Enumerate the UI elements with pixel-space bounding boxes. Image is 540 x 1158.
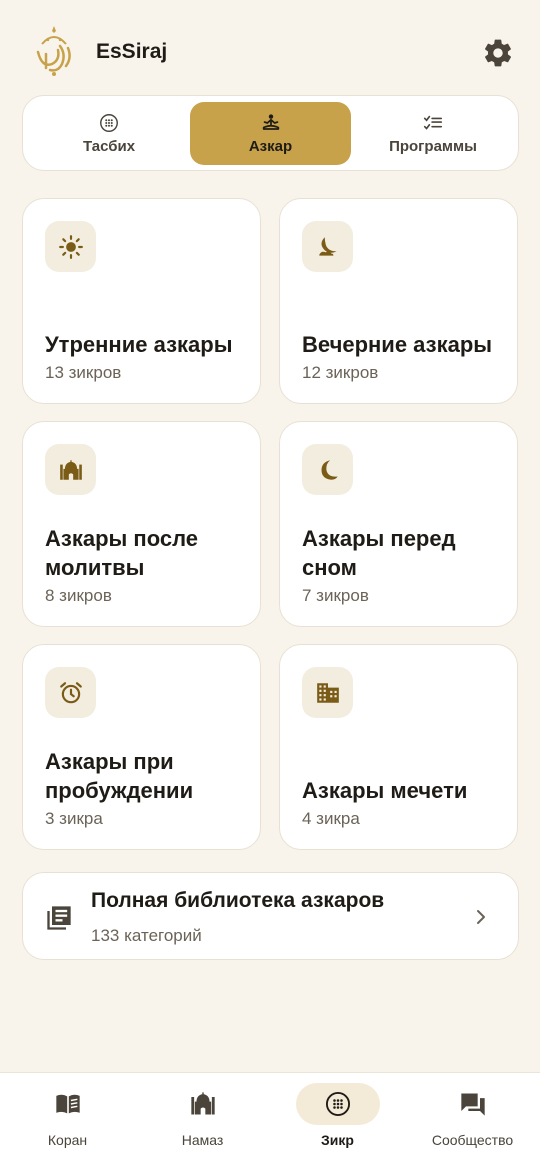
card-mosque-azkar[interactable]: Азкары мечети 4 зикра — [279, 644, 518, 850]
card-title: Азкары перед сном — [302, 526, 456, 580]
bottom-navigation: Коран Намаз Зикр Сообщество — [0, 1072, 540, 1158]
tab-label: Азкар — [248, 138, 293, 155]
card-title: Азкары при пробуждении — [45, 749, 194, 803]
nav-community[interactable]: Сообщество — [405, 1073, 540, 1158]
checklist-icon — [423, 115, 443, 130]
card-title: Утренние азкары — [45, 332, 233, 357]
nav-label: Зикр — [321, 1132, 354, 1148]
section-tabs: Тасбих Азкар Программы — [22, 95, 519, 171]
card-count: 12 зикров — [302, 363, 379, 382]
tab-label: Программы — [389, 138, 477, 155]
nav-pill — [295, 1083, 380, 1125]
tasbih-icon — [100, 114, 118, 132]
card-icon-box — [45, 221, 96, 272]
nav-label: Намаз — [181, 1132, 224, 1148]
card-title: Азкары после молитвы — [45, 526, 199, 580]
tasbih-icon — [325, 1091, 350, 1117]
card-count: 13 зикров — [45, 363, 122, 382]
library-icon — [47, 906, 71, 930]
gear-icon[interactable] — [482, 37, 514, 69]
card-morning-azkar[interactable]: Утренние азкары 13 зикров — [22, 198, 261, 404]
app-header: EsSiraj — [0, 0, 540, 96]
nav-quran[interactable]: Коран — [0, 1073, 135, 1158]
tab-azkar[interactable]: Азкар — [190, 102, 351, 165]
chevron-right-icon — [477, 910, 485, 924]
library-title: Полная библиотека азкаров — [91, 889, 385, 912]
card-title: Азкары мечети — [302, 778, 468, 803]
card-count: 7 зикров — [302, 586, 369, 605]
alarm-icon — [59, 681, 82, 703]
nav-pill — [161, 1083, 245, 1125]
sun-icon — [58, 234, 83, 259]
mosque-icon — [59, 459, 82, 480]
tab-label: Тасбих — [82, 138, 136, 155]
chat-icon — [460, 1093, 485, 1116]
building-icon — [316, 682, 339, 703]
nav-zikr[interactable]: Зикр — [270, 1073, 405, 1158]
nav-label: Коран — [47, 1132, 88, 1148]
meditation-icon — [262, 114, 279, 130]
full-library-row[interactable]: Полная библиотека азкаров 133 категорий — [22, 872, 519, 960]
nav-pill — [26, 1083, 110, 1125]
card-waking-azkar[interactable]: Азкары при пробуждении 3 зикра — [22, 644, 261, 850]
card-count: 3 зикра — [45, 809, 103, 828]
book-icon — [55, 1094, 80, 1114]
tab-programs[interactable]: Программы — [353, 102, 513, 165]
card-evening-azkar[interactable]: Вечерние азкары 12 зикров — [279, 198, 518, 404]
card-before-sleep-azkar[interactable]: Азкары перед сном 7 зикров — [279, 421, 518, 627]
app-title: EsSiraj — [96, 40, 168, 63]
card-icon-box — [302, 667, 353, 718]
nav-pill — [431, 1083, 515, 1125]
app-logo-icon — [36, 26, 71, 76]
card-count: 4 зикра — [302, 809, 360, 828]
card-title: Вечерние азкары — [302, 332, 493, 357]
card-after-prayer-azkar[interactable]: Азкары после молитвы 8 зикров — [22, 421, 261, 627]
card-count: 8 зикров — [45, 586, 112, 605]
card-icon-box — [302, 221, 353, 272]
card-icon-box — [45, 667, 96, 718]
nav-namaz[interactable]: Намаз — [135, 1073, 270, 1158]
card-icon-box — [45, 444, 96, 495]
night-icon — [318, 236, 337, 256]
tab-tasbih[interactable]: Тасбих — [29, 102, 189, 165]
library-count: 133 категорий — [91, 926, 202, 945]
nav-label: Сообщество — [431, 1132, 514, 1148]
card-icon-box — [302, 444, 353, 495]
moon-icon — [321, 459, 338, 480]
mosque-icon — [190, 1092, 215, 1115]
